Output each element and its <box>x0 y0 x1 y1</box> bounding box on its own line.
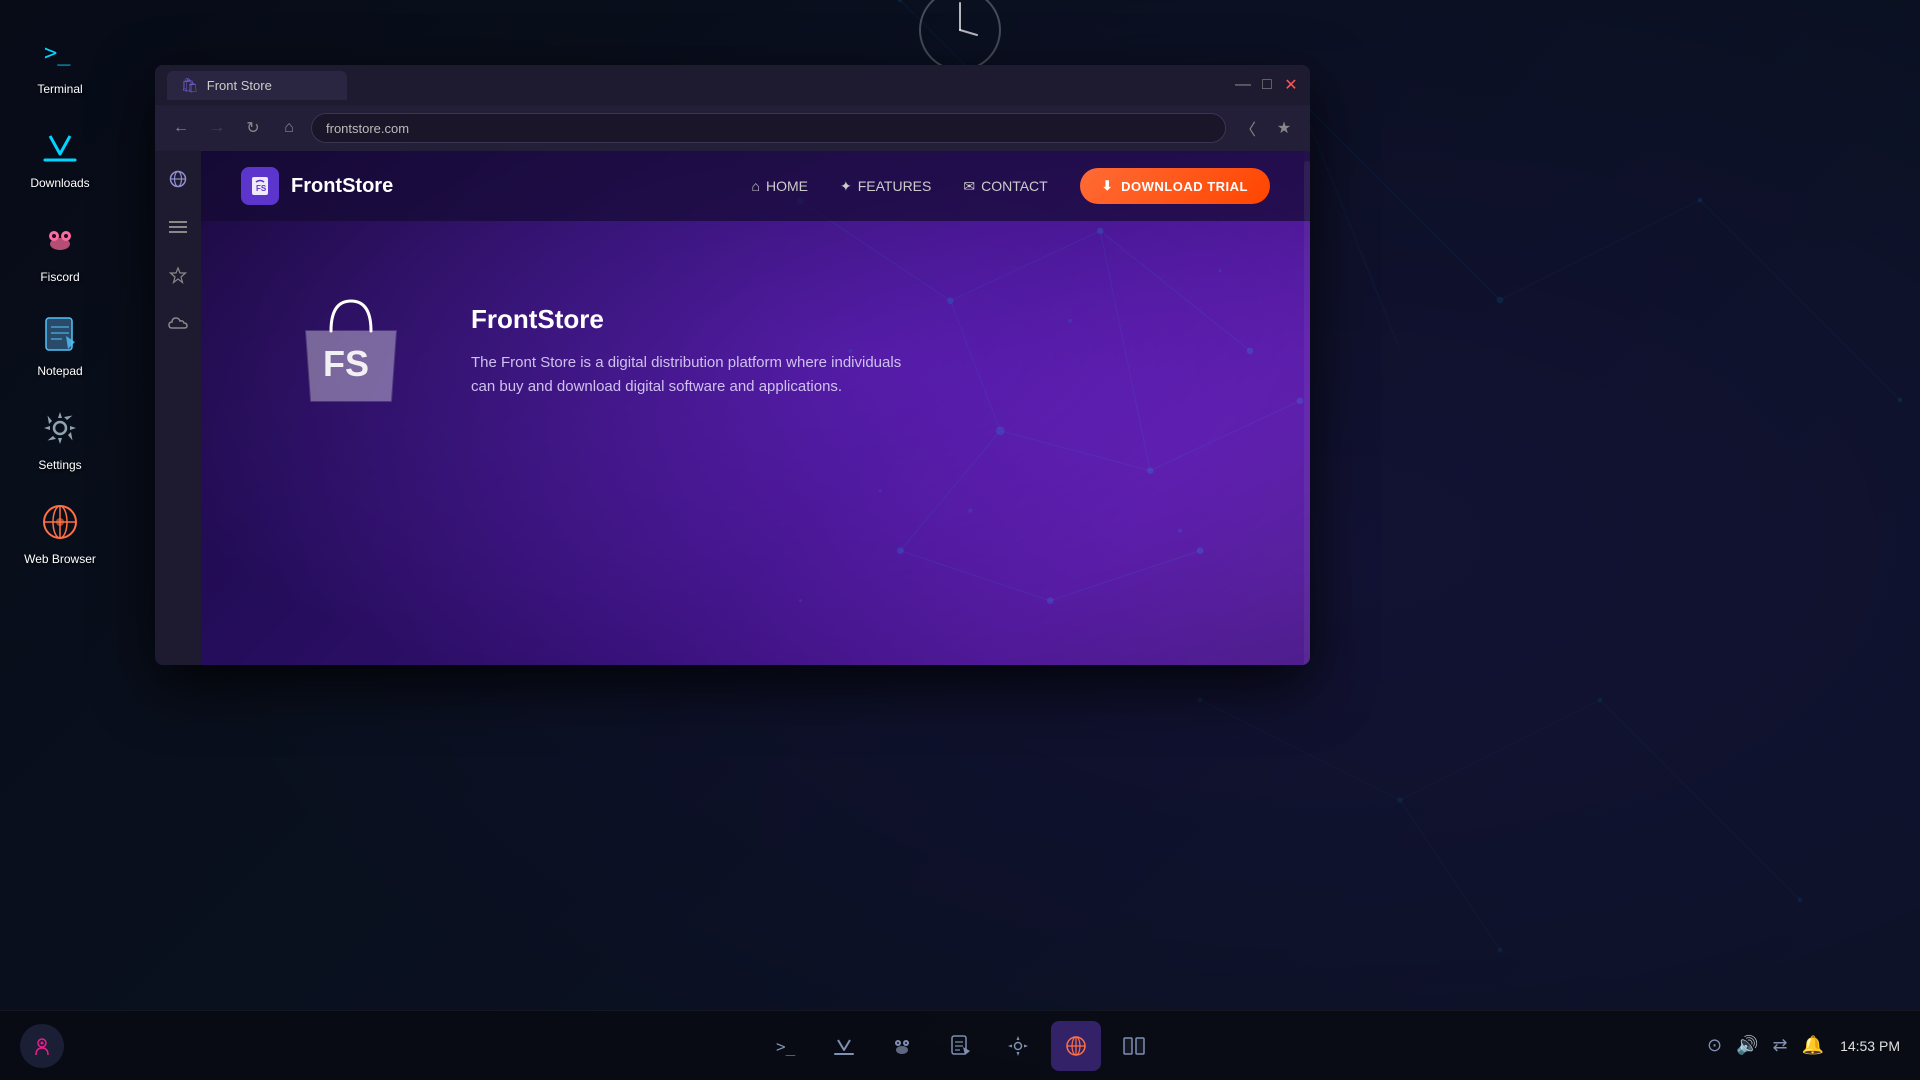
desktop-icon-settings[interactable]: Settings <box>10 396 110 480</box>
desktop: >_ Terminal Downloads <box>0 0 1920 1080</box>
browser-window: 🛍 Front Store — □ ✕ ← → ↻ ⌂ frontstore.c… <box>155 65 1310 665</box>
svg-text:>_: >_ <box>776 1037 796 1056</box>
site-logo-text: FrontStore <box>291 175 393 198</box>
volume-icon[interactable]: 🔊 <box>1736 1035 1758 1056</box>
site-hero-bag-icon: FS <box>281 281 421 421</box>
browser-side-panel <box>155 151 201 665</box>
desktop-icon-notepad[interactable]: Notepad <box>10 302 110 386</box>
taskbar-right: ⊙ 🔊 ⇄ 🔔 14:53 PM <box>1707 1035 1900 1056</box>
bookmark-icon[interactable]: ★ <box>1270 114 1298 142</box>
side-panel-cloud[interactable] <box>162 307 194 339</box>
svg-text:>_: >_ <box>44 41 71 66</box>
fiscord-icon <box>36 216 84 264</box>
side-panel-star[interactable] <box>162 259 194 291</box>
taskbar: >_ <box>0 1010 1920 1080</box>
home-nav-label: HOME <box>766 178 808 194</box>
features-nav-icon: ✦ <box>840 178 852 195</box>
desktop-icon-terminal[interactable]: >_ Terminal <box>10 20 110 104</box>
contact-nav-icon: ✉ <box>963 178 975 195</box>
features-nav-label: FEATURES <box>858 178 932 194</box>
site-hero-description: The Front Store is a digital distributio… <box>471 351 911 399</box>
share-icon[interactable]: ⇄ <box>1773 1035 1788 1056</box>
taskbar-left <box>20 1024 64 1068</box>
home-button[interactable]: ⌂ <box>275 114 303 142</box>
address-text: frontstore.com <box>326 121 1211 136</box>
svg-text:FS: FS <box>256 184 267 193</box>
downloads-label: Downloads <box>30 176 89 190</box>
back-button[interactable]: ← <box>167 114 195 142</box>
site-hero-title: FrontStore <box>471 304 911 335</box>
terminal-icon: >_ <box>36 28 84 76</box>
site-nav-links: ⌂ HOME ✦ FEATURES ✉ CONTACT <box>752 168 1270 204</box>
taskbar-app-fiscord[interactable] <box>877 1021 927 1071</box>
tab-title: Front Store <box>207 78 272 93</box>
settings-icon <box>36 404 84 452</box>
nav-features[interactable]: ✦ FEATURES <box>840 178 931 195</box>
side-panel-hamburger[interactable] <box>162 211 194 243</box>
desktop-icon-downloads[interactable]: Downloads <box>10 114 110 198</box>
settings-label: Settings <box>38 458 81 472</box>
side-panel-globe[interactable] <box>162 163 194 195</box>
reload-button[interactable]: ↻ <box>239 114 267 142</box>
contact-nav-label: CONTACT <box>981 178 1048 194</box>
svg-text:FS: FS <box>323 343 369 384</box>
browser-titlebar: 🛍 Front Store — □ ✕ <box>155 65 1310 105</box>
download-trial-button[interactable]: ⬇ DOWNLOAD TRIAL <box>1080 168 1270 204</box>
desktop-icon-browser[interactable]: Web Browser <box>10 490 110 574</box>
browser-icon <box>36 498 84 546</box>
taskbar-app-settings[interactable] <box>993 1021 1043 1071</box>
notification-icon[interactable]: 🔔 <box>1802 1035 1824 1056</box>
terminal-label: Terminal <box>37 82 82 96</box>
nav-home[interactable]: ⌂ HOME <box>752 178 808 194</box>
window-controls: — □ ✕ <box>1236 78 1298 92</box>
desktop-clock <box>900 0 1020 60</box>
browser-content: FS FrontStore ⌂ HOME ✦ <box>201 151 1310 665</box>
site-navbar: FS FrontStore ⌂ HOME ✦ <box>201 151 1310 221</box>
sidebar-toggle-icon[interactable]: 〈 <box>1234 114 1262 142</box>
downloads-icon <box>36 122 84 170</box>
browser-tab[interactable]: 🛍 Front Store <box>167 71 347 100</box>
site-hero: FS FrontStore The Front Store is a digit… <box>201 221 1310 481</box>
minimize-button[interactable]: — <box>1236 78 1250 92</box>
download-icon: ⬇ <box>1102 178 1113 194</box>
site-logo-icon: FS <box>241 167 279 205</box>
tab-favicon: 🛍 <box>181 77 199 94</box>
notepad-icon <box>36 310 84 358</box>
nav-contact[interactable]: ✉ CONTACT <box>963 178 1047 195</box>
taskbar-app-terminal[interactable]: >_ <box>761 1021 811 1071</box>
taskbar-time: 14:53 PM <box>1840 1038 1900 1054</box>
taskbar-app-notepad[interactable] <box>935 1021 985 1071</box>
taskbar-app-downloads[interactable] <box>819 1021 869 1071</box>
browser-label: Web Browser <box>24 552 96 566</box>
home-nav-icon: ⌂ <box>752 178 760 194</box>
frontstore-site: FS FrontStore ⌂ HOME ✦ <box>201 151 1310 665</box>
download-label: DOWNLOAD TRIAL <box>1121 179 1248 194</box>
desktop-sidebar: >_ Terminal Downloads <box>0 0 120 1010</box>
record-icon[interactable]: ⊙ <box>1707 1035 1722 1056</box>
site-hero-text: FrontStore The Front Store is a digital … <box>471 304 911 399</box>
taskbar-podcast-button[interactable] <box>20 1024 64 1068</box>
site-logo: FS FrontStore <box>241 167 393 205</box>
taskbar-app-windows[interactable] <box>1109 1021 1159 1071</box>
address-bar[interactable]: frontstore.com <box>311 113 1226 143</box>
fiscord-label: Fiscord <box>40 270 79 284</box>
system-tray-icons: ⊙ 🔊 ⇄ 🔔 <box>1707 1035 1824 1056</box>
taskbar-center: >_ <box>761 1021 1159 1071</box>
browser-body: FS FrontStore ⌂ HOME ✦ <box>155 151 1310 665</box>
forward-button[interactable]: → <box>203 114 231 142</box>
notepad-label: Notepad <box>37 364 82 378</box>
taskbar-app-browser[interactable] <box>1051 1021 1101 1071</box>
maximize-button[interactable]: □ <box>1260 78 1274 92</box>
close-button[interactable]: ✕ <box>1284 78 1298 92</box>
browser-toolbar: ← → ↻ ⌂ frontstore.com 〈 ★ <box>155 105 1310 151</box>
desktop-icon-fiscord[interactable]: Fiscord <box>10 208 110 292</box>
